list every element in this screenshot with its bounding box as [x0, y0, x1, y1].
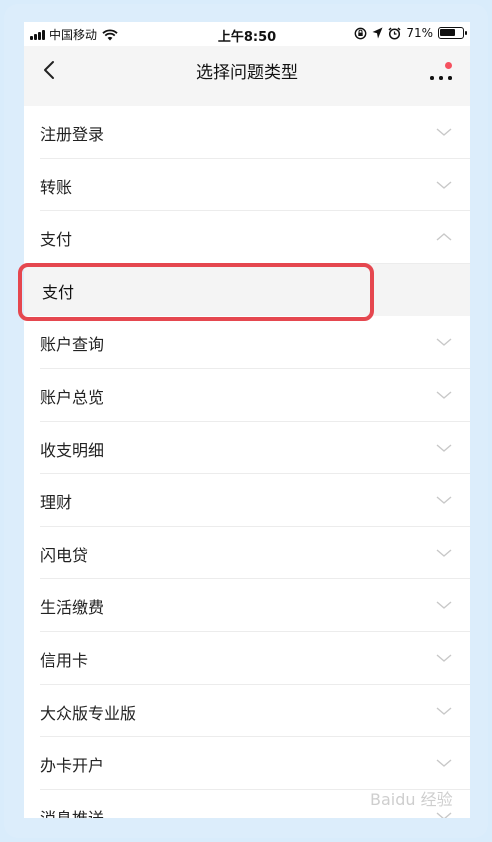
- list-item-label: 注册登录: [40, 125, 105, 144]
- chevron-down-icon: [436, 706, 452, 715]
- list-item-label: 账户总览: [40, 387, 105, 407]
- list-item[interactable]: 生活缴费: [24, 579, 470, 632]
- battery-icon: [438, 27, 467, 39]
- chevron-down-icon: [436, 812, 452, 818]
- page-title: 选择问题类型: [196, 63, 298, 83]
- more-button[interactable]: [428, 58, 456, 82]
- highlight-annotation: [18, 263, 374, 321]
- location-icon: [372, 27, 383, 39]
- chevron-down-icon: [436, 128, 452, 136]
- list-item-label: 生活缴费: [40, 598, 105, 618]
- list-item[interactable]: 转账: [24, 158, 470, 212]
- list-item[interactable]: 账户总览: [24, 368, 470, 422]
- notification-dot: [445, 62, 452, 69]
- chevron-up-icon: [436, 233, 452, 241]
- chevron-down-icon: [436, 759, 452, 768]
- battery-percent: 71%: [406, 26, 433, 40]
- list-item-label: 账户查询: [40, 335, 105, 355]
- list-item[interactable]: 信用卡: [24, 631, 470, 685]
- status-right: 71%: [354, 26, 467, 40]
- list-item-label: 大众版专业版: [40, 703, 137, 723]
- list-item-label: 转账: [40, 177, 73, 197]
- list-item[interactable]: 理财: [24, 474, 470, 527]
- list-item-label: 闪电贷: [40, 545, 89, 565]
- chevron-down-icon: [436, 338, 452, 347]
- list-item[interactable]: 大众版专业版: [24, 684, 470, 738]
- orientation-lock-icon: [354, 27, 367, 39]
- list-item-label: 收支明细: [40, 440, 105, 460]
- battery-fill: [440, 29, 455, 36]
- chevron-down-icon: [436, 444, 452, 452]
- chevron-down-icon: [436, 601, 452, 610]
- list-item-label: 信用卡: [40, 650, 89, 670]
- list-item[interactable]: 办卡开户: [24, 737, 470, 790]
- list-item-label: 办卡开户: [40, 756, 105, 776]
- list-item[interactable]: 收支明细: [24, 421, 470, 475]
- list-item-label: 消息推送: [40, 805, 104, 818]
- chevron-down-icon: [436, 496, 452, 505]
- list-item[interactable]: 账户查询: [24, 316, 470, 369]
- alarm-icon: [388, 26, 401, 40]
- chevron-down-icon: [436, 654, 452, 662]
- list-item-label: 支付: [40, 230, 73, 250]
- chevron-down-icon: [436, 391, 452, 399]
- watermark: Baidu 经验: [370, 790, 453, 809]
- list-item[interactable]: 支付: [24, 211, 470, 264]
- list-item[interactable]: 闪电贷: [24, 526, 470, 580]
- chevron-down-icon: [436, 181, 452, 189]
- section-gap: [24, 94, 470, 106]
- list-item-label: 理财: [40, 493, 73, 513]
- status-bar: 中国移动 上午8:50 71%: [24, 22, 470, 46]
- chevron-down-icon: [436, 549, 452, 557]
- phone-screen: 中国移动 上午8:50 71% 选择问题类型 注册登录 转账 支付 支付 账户查…: [24, 22, 470, 818]
- list-item[interactable]: 注册登录: [24, 106, 470, 159]
- category-list: 注册登录 转账 支付 支付 账户查询 账户总览 收支明细 理财 闪电贷 生活缴费 信用卡 大众版专业版…: [24, 106, 470, 818]
- nav-bar: 选择问题类型: [24, 46, 470, 94]
